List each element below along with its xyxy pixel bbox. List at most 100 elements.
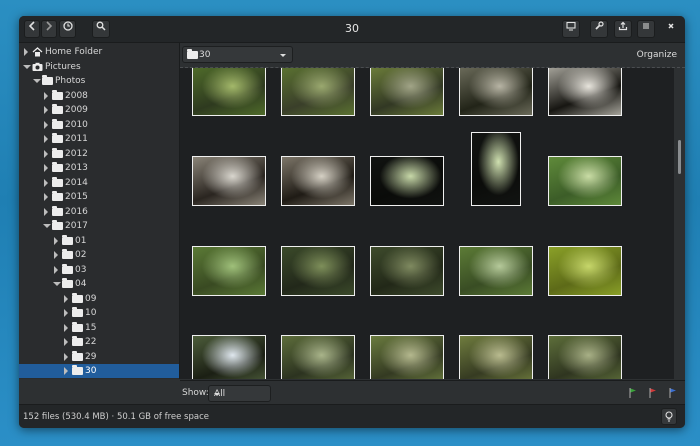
photo-thumbnail[interactable] — [281, 246, 355, 296]
expander-closed-icon[interactable] — [44, 149, 48, 158]
photo-thumbnail[interactable] — [281, 335, 355, 379]
tree-item[interactable]: 2012 — [19, 147, 179, 161]
close-icon — [668, 23, 674, 29]
tree-item-label: 2012 — [65, 148, 88, 159]
expander-closed-icon[interactable] — [54, 236, 58, 245]
expander-open-icon[interactable] — [33, 79, 41, 83]
photo-thumbnail[interactable] — [192, 156, 266, 206]
expander-closed-icon[interactable] — [44, 164, 48, 172]
expander-closed-icon[interactable] — [64, 352, 68, 361]
tree-item-label: 03 — [75, 264, 87, 275]
photo-thumbnail[interactable] — [548, 68, 622, 116]
filter-select[interactable]: All — [208, 385, 271, 402]
photo-thumbnail[interactable] — [281, 68, 355, 116]
tree-item[interactable]: 29 — [19, 350, 179, 364]
tree-item[interactable]: 2009 — [19, 103, 179, 117]
search-button[interactable] — [92, 20, 110, 38]
tree-item[interactable]: Home Folder — [19, 45, 179, 59]
photo-thumbnail[interactable] — [192, 68, 266, 116]
tree-item[interactable]: 2014 — [19, 176, 179, 190]
preferences-button[interactable] — [590, 20, 608, 38]
header-bar: 30 — [19, 16, 685, 43]
wrench-icon — [595, 21, 604, 30]
photo-thumbnail[interactable] — [459, 68, 533, 116]
tree-item-label: Home Folder — [45, 47, 103, 57]
expander-closed-icon[interactable] — [24, 48, 28, 56]
tree-item[interactable]: 03 — [19, 263, 179, 277]
location-dropdown[interactable]: 30 — [182, 46, 293, 63]
expander-closed-icon[interactable] — [44, 193, 48, 201]
photo-thumbnail[interactable] — [548, 246, 622, 296]
photo-thumbnail[interactable] — [370, 68, 444, 116]
expander-closed-icon[interactable] — [44, 120, 48, 129]
share-button[interactable] — [614, 20, 632, 38]
tree-item[interactable]: 10 — [19, 306, 179, 320]
tree-item[interactable]: 15 — [19, 321, 179, 335]
close-button[interactable] — [662, 20, 680, 38]
expander-closed-icon[interactable] — [64, 309, 68, 317]
photo-thumbnail[interactable] — [548, 156, 622, 206]
photo-thumbnail[interactable] — [370, 335, 444, 379]
tree-item-label: 2009 — [65, 105, 88, 115]
scrollbar[interactable] — [678, 140, 681, 174]
expander-closed-icon[interactable] — [44, 207, 48, 216]
back-button[interactable] — [24, 20, 40, 38]
tree-item[interactable]: 2013 — [19, 161, 179, 175]
tree-item[interactable]: Photos — [19, 74, 179, 88]
expander-closed-icon[interactable] — [44, 178, 48, 187]
expander-open-icon[interactable] — [53, 282, 61, 286]
tree-item[interactable]: 2011 — [19, 132, 179, 146]
tree-item[interactable]: 30 — [19, 364, 179, 378]
expander-closed-icon[interactable] — [44, 135, 48, 143]
expander-closed-icon[interactable] — [54, 251, 58, 259]
expander-closed-icon[interactable] — [64, 338, 68, 346]
tree-item[interactable]: 2016 — [19, 205, 179, 219]
tree-item-label: 15 — [85, 322, 97, 333]
window-title: 30 — [345, 22, 359, 35]
photo-thumbnail[interactable] — [459, 246, 533, 296]
photo-thumbnail[interactable] — [192, 335, 266, 379]
tree-item[interactable]: 02 — [19, 248, 179, 262]
folder-icon — [62, 249, 73, 259]
expander-open-icon[interactable] — [23, 64, 31, 69]
browser-mode-button[interactable] — [562, 20, 580, 38]
show-label: Show: — [182, 388, 209, 398]
folder-icon — [72, 336, 83, 346]
tree-item[interactable]: Pictures — [19, 60, 179, 74]
menu-button[interactable] — [637, 20, 655, 38]
tree-item[interactable]: 09 — [19, 292, 179, 306]
green-flag-icon[interactable] — [629, 388, 637, 398]
folder-icon — [187, 49, 198, 59]
blue-flag-icon[interactable] — [669, 388, 677, 398]
expander-closed-icon[interactable] — [54, 265, 58, 274]
filter-bar: Show: All — [180, 380, 685, 405]
folder-icon — [42, 75, 53, 85]
tree-item[interactable]: 2017 — [19, 219, 179, 233]
expander-closed-icon[interactable] — [64, 323, 68, 332]
photo-thumbnail[interactable] — [548, 335, 622, 379]
photo-thumbnail[interactable] — [281, 156, 355, 206]
info-button[interactable] — [661, 408, 677, 425]
expander-open-icon[interactable] — [43, 224, 51, 228]
tree-item[interactable]: 2015 — [19, 190, 179, 204]
tree-item[interactable]: 05 — [19, 379, 179, 380]
expander-closed-icon[interactable] — [64, 294, 68, 303]
red-flag-icon[interactable] — [649, 388, 657, 398]
tree-item[interactable]: 2010 — [19, 118, 179, 132]
tree-item[interactable]: 2008 — [19, 89, 179, 103]
history-button[interactable] — [59, 20, 76, 38]
photo-thumbnail[interactable] — [192, 246, 266, 296]
photo-thumbnail[interactable] — [471, 132, 521, 206]
expander-closed-icon[interactable] — [44, 91, 48, 100]
tree-item[interactable]: 01 — [19, 234, 179, 248]
forward-button[interactable] — [41, 20, 57, 38]
photo-thumbnail[interactable] — [370, 246, 444, 296]
photo-thumbnail[interactable] — [459, 335, 533, 379]
photo-thumbnail[interactable] — [370, 156, 444, 206]
tree-item[interactable]: 04 — [19, 277, 179, 291]
folder-icon — [52, 220, 63, 230]
expander-closed-icon[interactable] — [44, 106, 48, 114]
expander-closed-icon[interactable] — [64, 367, 68, 375]
tree-item[interactable]: 22 — [19, 335, 179, 349]
organize-button[interactable]: Organize — [637, 43, 677, 67]
